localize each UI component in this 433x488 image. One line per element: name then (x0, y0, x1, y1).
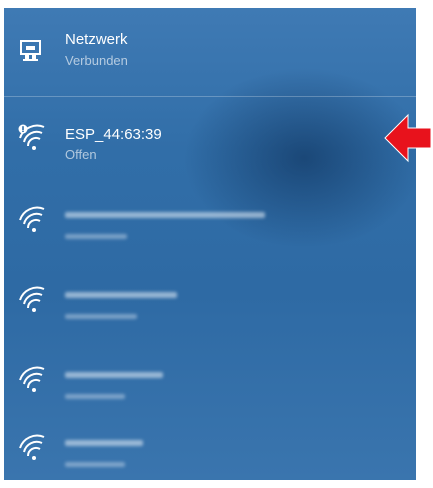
wifi-icon (19, 434, 45, 460)
wifi-network-item[interactable] (4, 422, 416, 480)
redacted-ssid (65, 212, 265, 218)
wifi-ssid: ESP_44:63:39 (65, 126, 162, 143)
wifi-status: Offen (65, 147, 97, 162)
redacted-status (65, 314, 137, 319)
redacted-ssid (65, 440, 143, 446)
network-connection-item[interactable]: Netzwerk Verbunden (4, 8, 416, 97)
wifi-network-item[interactable] (4, 194, 416, 264)
wifi-network-item[interactable] (4, 354, 416, 424)
network-status: Verbunden (65, 53, 128, 68)
wifi-network-item[interactable] (4, 274, 416, 344)
wifi-icon (19, 286, 45, 312)
redacted-status (65, 234, 127, 239)
network-name: Netzwerk (65, 31, 128, 48)
network-flyout: Netzwerk Verbunden ESP_44:63:39 Offen (4, 8, 416, 480)
red-arrow-left-icon (384, 113, 432, 163)
wifi-network-item[interactable]: ESP_44:63:39 Offen (4, 114, 416, 184)
redacted-status (65, 462, 125, 467)
wifi-icon (19, 206, 45, 232)
ethernet-network-icon (20, 40, 41, 61)
wifi-secured-warning-icon (18, 124, 45, 150)
redacted-status (65, 394, 125, 399)
wifi-icon (19, 366, 45, 392)
redacted-ssid (65, 292, 177, 298)
redacted-ssid (65, 372, 163, 378)
